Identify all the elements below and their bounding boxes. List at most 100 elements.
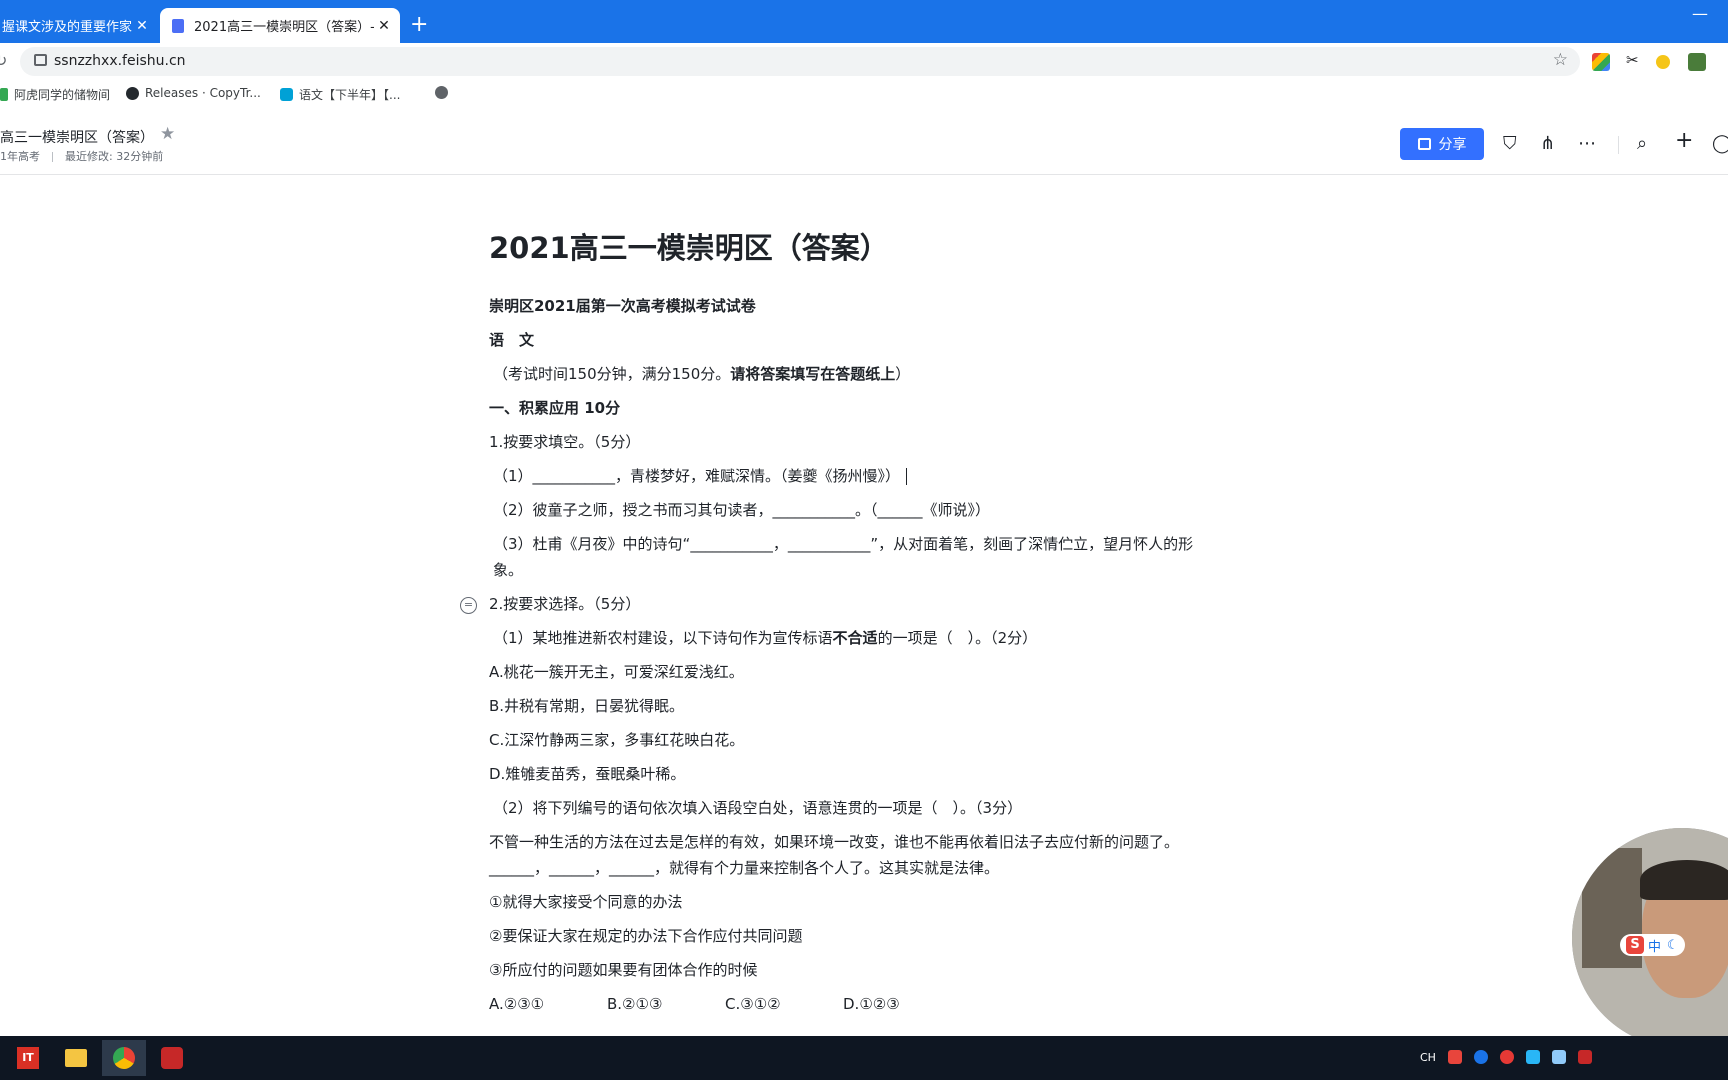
exam-name[interactable]: 崇明区2021届第一次高考模拟考试试卷 <box>489 293 1219 319</box>
lock-icon <box>34 54 47 66</box>
tray-icon[interactable] <box>1473 1050 1488 1064</box>
browser-toolbar: ↻ ssnzzhxx.feishu.cn ☆ ✂ <box>0 43 1728 80</box>
doc-header-title[interactable]: 高三一模崇明区（答案） <box>0 127 154 147</box>
document-body[interactable]: 2021高三一模崇明区（答案） 崇明区2021届第一次高考模拟考试试卷 语 文 … <box>489 228 1219 1025</box>
time-note-c: ） <box>895 365 911 383</box>
sub-question[interactable]: （2）彼童子之师，授之书而习其句读者，___________。（______《师… <box>489 497 1219 523</box>
recorder-icon <box>161 1047 183 1069</box>
moon-icon: ☾ <box>1667 937 1679 953</box>
reload-icon[interactable]: ↻ <box>0 51 7 70</box>
sub-question-text: 的一项是（ ）。（2分） <box>877 629 1038 647</box>
option[interactable]: C.江深竹静两三家，多事红花映白花。 <box>489 727 1219 753</box>
taskbar-app[interactable] <box>150 1040 194 1076</box>
close-tab-icon[interactable]: ✕ <box>132 18 152 34</box>
sub-question[interactable]: （2）将下列编号的语句依次填入语段空白处，语意连贯的一项是（ ）。（3分） <box>489 795 1219 821</box>
github-icon <box>126 86 139 100</box>
question[interactable]: 2.按要求选择。（5分） <box>489 591 1219 617</box>
choice: A.②③① <box>489 995 545 1013</box>
sub-question[interactable]: （1）___________，青楼梦好，难赋深情。（姜夔《扬州慢》） <box>489 463 1219 489</box>
share-label: 分享 <box>1438 137 1467 153</box>
telegram-tray-icon[interactable] <box>1525 1050 1540 1064</box>
sub-question-text: （1）某地推进新农村建设，以下诗句作为宣传标语 <box>493 629 833 647</box>
time-note-b: 请将答案填写在答题纸上 <box>730 365 896 383</box>
tray-icon[interactable] <box>1551 1050 1566 1064</box>
add-icon[interactable]: + <box>1675 128 1693 153</box>
bookmark-leaf-icon <box>0 88 8 101</box>
taskbar-app[interactable]: IT <box>6 1040 50 1076</box>
ime-toolbar[interactable]: S 中 ☾ <box>1620 934 1685 956</box>
sentence-item[interactable]: ②要保证大家在规定的办法下合作应付共同问题 <box>489 923 1219 949</box>
tab-title: 2021高三一模崇明区（答案）- <box>194 20 374 35</box>
taskbar-app[interactable] <box>54 1040 98 1076</box>
option[interactable]: D.雉雊麦苗秀，蚕眠桑叶稀。 <box>489 761 1219 787</box>
passage[interactable]: 不管一种生活的方法在过去是怎样的有效，如果环境一改变，谁也不能再依着旧法子去应付… <box>489 829 1219 881</box>
choice: B.②①③ <box>607 995 663 1013</box>
folder-name[interactable]: 1年高考 <box>0 150 40 163</box>
bookmark-item[interactable]: 阿虎同学的储物间 <box>0 86 110 103</box>
file-explorer-icon <box>65 1049 87 1067</box>
extension-icon[interactable] <box>1656 55 1670 69</box>
extension-icon[interactable] <box>1688 53 1706 71</box>
block-handle-icon[interactable]: = <box>460 597 477 614</box>
text-cursor <box>906 468 908 485</box>
option[interactable]: A.桃花一簇开无主，可爱深红爱浅红。 <box>489 659 1219 685</box>
app-icon: IT <box>17 1047 39 1069</box>
bookmark-label: 语文【下半年】【... <box>299 88 401 102</box>
option[interactable]: B.井税有常期，日晏犹得眠。 <box>489 693 1219 719</box>
browser-tab[interactable]: 握课文涉及的重要作家、( ✕ <box>0 8 158 43</box>
scissors-icon[interactable]: ✂ <box>1626 51 1644 69</box>
address-bar[interactable]: ssnzzhxx.feishu.cn ☆ <box>20 47 1580 76</box>
weibo-tray-icon[interactable] <box>1499 1050 1514 1064</box>
sub-question[interactable]: （1）某地推进新农村建设，以下诗句作为宣传标语不合适的一项是（ ）。（2分） <box>489 625 1219 651</box>
bookmark-item[interactable]: Releases · CopyTr... <box>126 86 261 100</box>
bookmark-item[interactable]: 语文【下半年】【... <box>280 86 400 103</box>
bookmark-label: Releases · CopyTr... <box>145 86 261 100</box>
globe-icon <box>435 86 448 99</box>
bookmark-star-icon[interactable]: ☆ <box>1553 50 1568 70</box>
bilibili-icon <box>280 88 293 101</box>
language-indicator[interactable]: CH <box>1420 1051 1436 1064</box>
choice: C.③①② <box>725 995 781 1013</box>
emphasis-text: 不合适 <box>832 629 878 647</box>
share-tree-icon[interactable]: ⋔ <box>1540 133 1555 154</box>
webcam-person-hair <box>1640 860 1728 900</box>
tab-title: 握课文涉及的重要作家、( <box>2 20 132 35</box>
section-heading[interactable]: 一、积累应用 10分 <box>489 395 1219 421</box>
sentence-item[interactable]: ①就得大家接受个同意的办法 <box>489 889 1219 915</box>
taskbar: IT CH <box>0 1036 1728 1080</box>
more-icon[interactable]: ⋯ <box>1578 133 1596 154</box>
url-text: ssnzzhxx.feishu.cn <box>54 53 186 69</box>
doc-meta: 1年高考 最近修改: 32分钟前 <box>0 148 163 164</box>
doc-header: 高三一模崇明区（答案） ★ 1年高考 最近修改: 32分钟前 分享 ⛉ ⋔ ⋯ ⌕… <box>0 108 1728 175</box>
new-tab-icon[interactable]: + <box>410 14 428 36</box>
system-tray: CH <box>1420 1050 1592 1064</box>
feishu-doc-icon <box>172 18 184 33</box>
subject[interactable]: 语 文 <box>489 327 1219 353</box>
sogou-tray-icon[interactable] <box>1447 1050 1462 1064</box>
question[interactable]: 1.按要求填空。（5分） <box>489 429 1219 455</box>
share-button[interactable]: 分享 <box>1400 128 1484 160</box>
bookmarks-bar: 阿虎同学的储物间 Releases · CopyTr... 语文【下半年】【..… <box>0 80 1728 108</box>
bookmark-item[interactable] <box>435 86 454 99</box>
close-tab-icon[interactable]: ✕ <box>374 18 394 34</box>
notification-icon[interactable]: ◯ <box>1712 133 1728 154</box>
favorite-star-icon[interactable]: ★ <box>160 124 175 144</box>
document-title[interactable]: 2021高三一模崇明区（答案） <box>489 228 1219 268</box>
chrome-icon <box>113 1047 135 1069</box>
browser-tab-strip: 握课文涉及的重要作家、( ✕ 2021高三一模崇明区（答案）- ✕ + — <box>0 0 1728 43</box>
last-modified: 最近修改: 32分钟前 <box>65 150 164 163</box>
browser-tab-active[interactable]: 2021高三一模崇明区（答案）- ✕ <box>160 8 400 43</box>
time-note[interactable]: （考试时间150分钟，满分150分。请将答案填写在答题纸上） <box>489 361 1219 387</box>
sub-question[interactable]: （3）杜甫《月夜》中的诗句“___________，___________”，从… <box>489 531 1219 583</box>
sogou-icon: S <box>1626 936 1644 954</box>
tray-icon[interactable] <box>1577 1050 1592 1064</box>
search-icon[interactable]: ⌕ <box>1637 133 1647 154</box>
ime-mode: 中 <box>1648 939 1662 955</box>
extension-icon[interactable] <box>1592 53 1610 71</box>
minimize-window-icon[interactable]: — <box>1692 4 1708 23</box>
time-note-a: （考试时间150分钟，满分150分。 <box>493 365 731 383</box>
present-icon[interactable]: ⛉ <box>1503 133 1517 154</box>
choice-row[interactable]: A.②③① B.②①③ C.③①② D.①②③ <box>489 991 1219 1017</box>
taskbar-app[interactable] <box>102 1040 146 1076</box>
sentence-item[interactable]: ③所应付的问题如果要有团体合作的时候 <box>489 957 1219 983</box>
